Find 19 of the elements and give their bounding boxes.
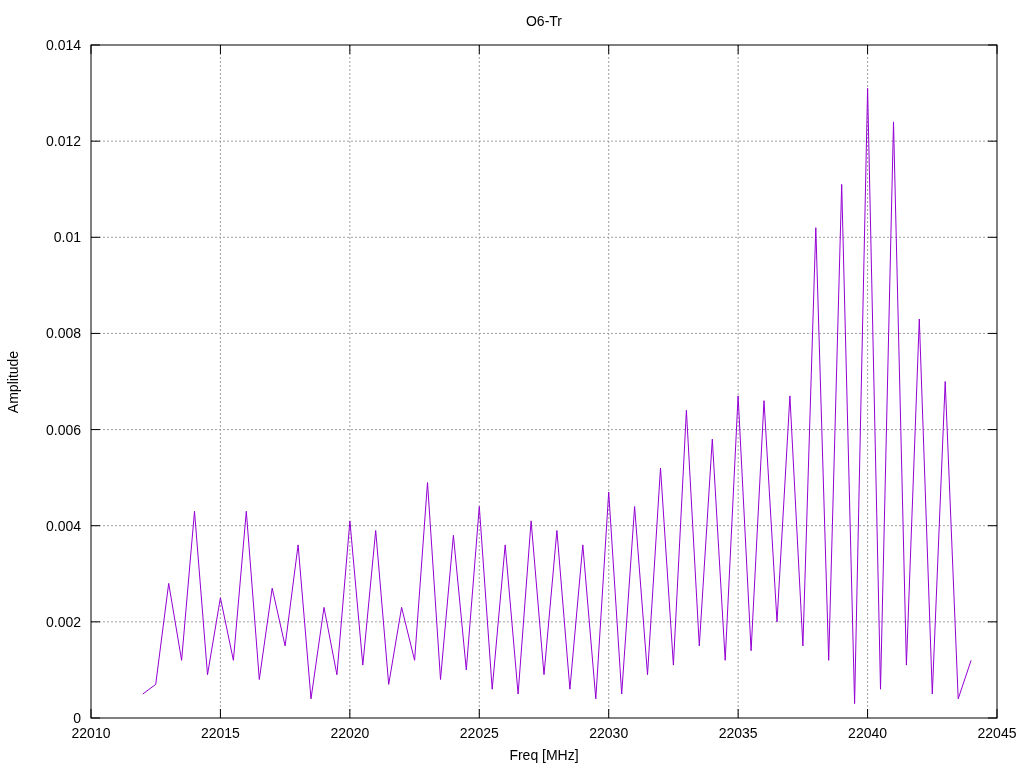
tick-label: 0: [73, 710, 81, 726]
tick-label: 22030: [589, 725, 629, 741]
tick-label: 0.006: [45, 421, 81, 438]
tick-label: 22025: [459, 725, 499, 741]
tick-label: 22015: [200, 725, 240, 741]
tick-label: 22035: [718, 725, 758, 741]
tick-label: 0.004: [45, 517, 81, 534]
tick-label: 0.014: [45, 37, 81, 53]
tick-label: 0.012: [45, 133, 81, 150]
chart-title: O6-Tr: [526, 13, 562, 29]
tick-label: 22040: [848, 725, 888, 741]
tick-label: 0.01: [53, 229, 81, 246]
tick-label: 22045: [977, 725, 1017, 741]
tick-label: 22020: [330, 725, 370, 741]
axis-label: Freq [MHz]: [509, 747, 579, 763]
tick-label: 0.008: [45, 325, 81, 342]
axis-label: Amplitude: [5, 350, 21, 414]
tick-label: 0.002: [45, 613, 81, 630]
tick-label: 22010: [71, 725, 111, 741]
